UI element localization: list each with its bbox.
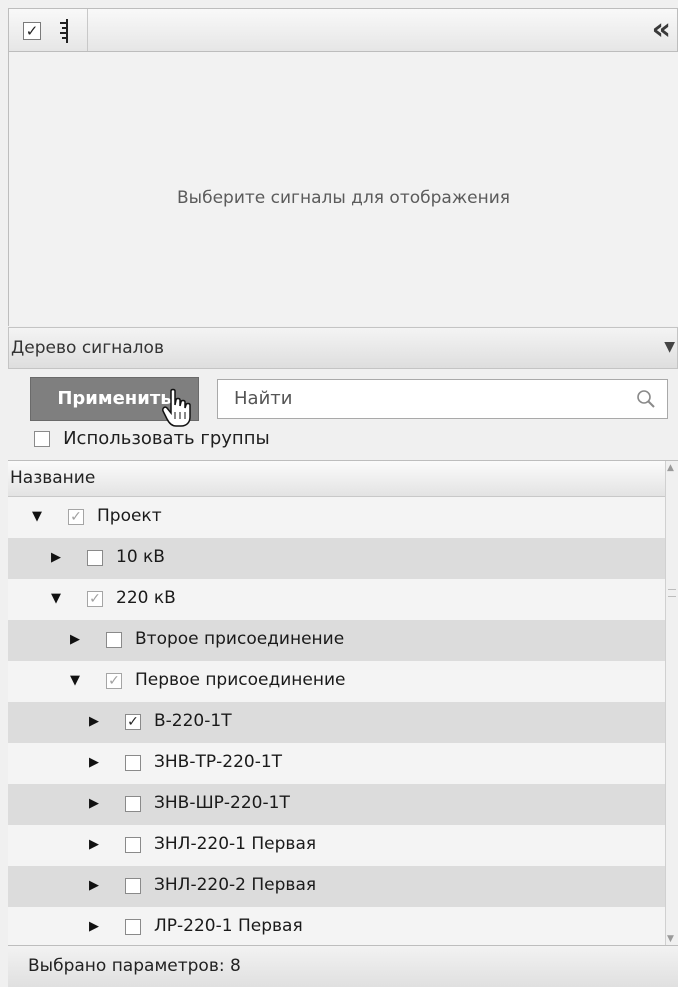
tree-row[interactable]: ▶ ЗНВ-ТР-220-1Т xyxy=(8,743,665,784)
scroll-down-icon[interactable]: ▼ xyxy=(667,934,674,944)
expand-arrow-icon[interactable]: ▶ xyxy=(87,919,101,934)
tree-row-checkbox[interactable]: ✓ xyxy=(68,509,84,525)
search-placeholder: Найти xyxy=(234,388,293,409)
signals-panel: ✓ « Выберите сигналы для отображения Дер… xyxy=(0,0,678,987)
tree-row[interactable]: ▶ Второе присоединение xyxy=(8,620,665,661)
use-groups-checkbox[interactable] xyxy=(34,430,50,447)
hand-cursor-icon xyxy=(162,388,191,427)
tree-row[interactable]: ▶ ЗНВ-ШР-220-1Т xyxy=(8,784,665,825)
use-groups-label: Использовать группы xyxy=(63,428,270,449)
selected-count-text: Выбрано параметров: 8 xyxy=(28,956,241,976)
tree-row-label: ЗНВ-ТР-220-1Т xyxy=(154,752,283,772)
tree-row-checkbox[interactable] xyxy=(87,550,103,566)
name-column-header[interactable]: Название xyxy=(8,461,665,497)
tree-row-label: Первое присоединение xyxy=(135,670,346,690)
tree-row-label: 220 кВ xyxy=(116,588,176,608)
signal-tree-table: Название ▼ ✓ Проект ▶ 10 кВ ▼ ✓ 220 кВ ▶ Второе п… xyxy=(8,460,678,948)
tree-row-checkbox[interactable] xyxy=(125,878,141,894)
expand-arrow-icon[interactable]: ▶ xyxy=(87,878,101,893)
tree-row[interactable]: ▶ ЗНЛ-220-1 Первая xyxy=(8,825,665,866)
collapse-arrow-icon[interactable]: ▼ xyxy=(30,509,44,524)
show-all-checkbox[interactable]: ✓ xyxy=(23,22,41,40)
signal-tree-header[interactable]: Дерево сигналов ▼ xyxy=(8,327,678,369)
tree-row[interactable]: ▶ ✓ В-220-1Т xyxy=(8,702,665,743)
tree-row[interactable]: ▼ ✓ Первое присоединение xyxy=(8,661,665,702)
tree-row[interactable]: ▶ ЗНЛ-220-2 Первая xyxy=(8,866,665,907)
expand-arrow-icon[interactable]: ▶ xyxy=(87,755,101,770)
expand-arrow-icon[interactable]: ▶ xyxy=(49,550,63,565)
collapse-double-chevron-icon[interactable]: « xyxy=(652,15,671,45)
signal-preview-area: Выберите сигналы для отображения xyxy=(8,52,678,326)
tree-row-checkbox[interactable] xyxy=(106,632,122,648)
tree-row-label: Второе присоединение xyxy=(135,629,345,649)
tree-row-checkbox[interactable] xyxy=(125,837,141,853)
dropdown-arrow-icon[interactable]: ▼ xyxy=(664,339,675,355)
tree-row-checkbox[interactable] xyxy=(125,755,141,771)
tree-row[interactable]: ▼ ✓ 220 кВ xyxy=(8,579,665,620)
toolbar-separator xyxy=(87,9,88,51)
scroll-up-icon[interactable]: ▲ xyxy=(667,463,674,473)
collapse-arrow-icon[interactable]: ▼ xyxy=(68,673,82,688)
signal-tree-rows: ▼ ✓ Проект ▶ 10 кВ ▼ ✓ 220 кВ ▶ Второе присоедине… xyxy=(8,497,665,948)
tree-row-label: ЗНЛ-220-2 Первая xyxy=(154,875,317,895)
expand-arrow-icon[interactable]: ▶ xyxy=(68,632,82,647)
panel-toolbar: ✓ « xyxy=(8,8,678,52)
tree-row[interactable]: ▼ ✓ Проект xyxy=(8,497,665,538)
collapse-arrow-icon[interactable]: ▼ xyxy=(49,591,63,606)
tree-row-checkbox[interactable] xyxy=(125,796,141,812)
scroll-thumb[interactable] xyxy=(668,589,676,597)
signal-tree-title: Дерево сигналов xyxy=(11,338,164,358)
empty-preview-message: Выберите сигналы для отображения xyxy=(177,188,510,208)
expand-arrow-icon[interactable]: ▶ xyxy=(87,796,101,811)
tree-row-checkbox[interactable]: ✓ xyxy=(125,714,141,730)
tree-row[interactable]: ▶ 10 кВ xyxy=(8,538,665,579)
tree-row-label: Проект xyxy=(97,506,162,526)
tree-row-label: 10 кВ xyxy=(116,547,165,567)
tree-row-checkbox[interactable]: ✓ xyxy=(106,673,122,689)
tree-row-label: В-220-1Т xyxy=(154,711,232,731)
use-groups-option[interactable]: Использовать группы xyxy=(34,428,270,454)
tree-row[interactable]: ▶ ЛР-220-1 Первая xyxy=(8,907,665,948)
tree-row-checkbox[interactable]: ✓ xyxy=(87,591,103,607)
expand-arrow-icon[interactable]: ▶ xyxy=(87,837,101,852)
tree-row-label: ЗНВ-ШР-220-1Т xyxy=(154,793,290,813)
tree-row-label: ЗНЛ-220-1 Первая xyxy=(154,834,317,854)
expand-arrow-icon[interactable]: ▶ xyxy=(87,714,101,729)
status-bar: Выбрано параметров: 8 xyxy=(8,945,678,987)
tree-row-label: ЛР-220-1 Первая xyxy=(154,916,303,936)
ruler-icon[interactable] xyxy=(58,18,72,44)
vertical-scrollbar[interactable]: ▲ ▼ xyxy=(665,461,678,946)
tree-row-checkbox[interactable] xyxy=(125,919,141,935)
name-column-label: Название xyxy=(10,468,96,488)
search-input[interactable]: Найти xyxy=(217,379,668,419)
search-icon[interactable] xyxy=(635,388,657,410)
